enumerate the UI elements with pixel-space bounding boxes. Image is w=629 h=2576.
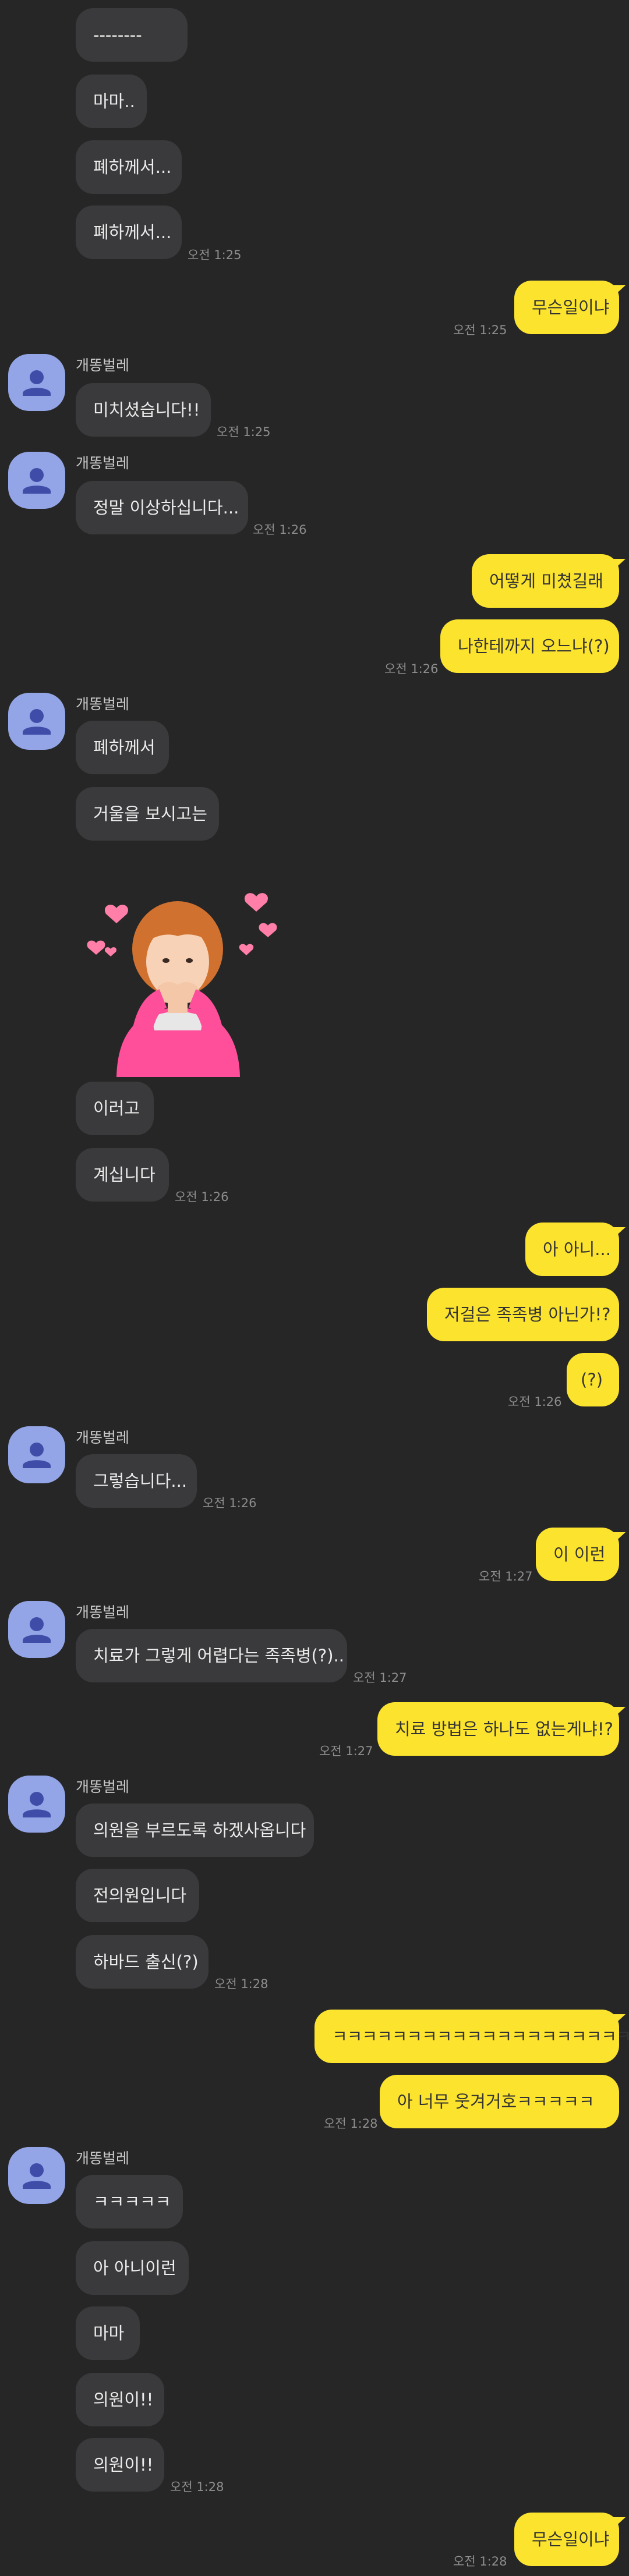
timestamp: 오전 1:26 xyxy=(175,1190,229,1204)
person-silhouette-icon xyxy=(23,2163,51,2189)
sender-name: 개똥벌레 xyxy=(76,1778,130,1795)
avatar[interactable] xyxy=(8,1426,65,1483)
person-silhouette-icon xyxy=(23,1443,51,1468)
person-silhouette-icon xyxy=(23,1792,51,1817)
timestamp: 오전 1:27 xyxy=(479,1569,533,1583)
timestamp: 오전 1:25 xyxy=(217,425,271,439)
message-bubble[interactable]: 거울을 보시고는 xyxy=(76,787,219,841)
message-bubble-sent[interactable]: 이 이런 xyxy=(536,1528,626,1581)
message-bubble-sent[interactable]: 어떻게 미쳤길래 xyxy=(472,554,626,608)
message-bubble-sent[interactable]: 치료 방법은 하나도 없는게냐!? xyxy=(377,1702,626,1756)
avatar[interactable] xyxy=(8,452,65,509)
message-bubble[interactable]: 계십니다 xyxy=(76,1148,169,1202)
sticker-image[interactable] xyxy=(76,885,280,1077)
sender-name: 개똥벌레 xyxy=(76,1604,130,1621)
timestamp: 오전 1:28 xyxy=(170,2480,224,2494)
timestamp: 오전 1:26 xyxy=(384,662,439,676)
avatar[interactable] xyxy=(8,693,65,750)
chat-screen: { "colors": { "background": "#262626", "… xyxy=(0,0,629,2576)
message-bubble-sent[interactable]: ㅋㅋㅋㅋㅋㅋㅋㅋㅋㅋㅋㅋㅋㅋㅋㅋㅋㅋㅋㅋ xyxy=(314,2010,629,2063)
timestamp: 오전 1:28 xyxy=(214,1977,268,1991)
message-bubble[interactable]: 전의원입니다 xyxy=(76,1869,199,1922)
message-bubble[interactable]: ㅋㅋㅋㅋㅋ xyxy=(76,2175,183,2228)
avatar[interactable] xyxy=(8,1776,65,1833)
timestamp: 오전 1:26 xyxy=(253,523,307,537)
person-silhouette-icon xyxy=(23,709,51,735)
message-bubble-sent[interactable]: 아 아니... xyxy=(525,1223,626,1276)
timestamp: 오전 1:25 xyxy=(188,248,242,262)
message-bubble[interactable]: 의원을 부르도록 하겠사옵니다 xyxy=(76,1803,314,1857)
timestamp: 오전 1:25 xyxy=(453,323,507,337)
message-bubble[interactable]: 하바드 출신(?) xyxy=(76,1935,209,1989)
timestamp: 오전 1:27 xyxy=(353,1671,407,1685)
timestamp: 오전 1:27 xyxy=(319,1744,373,1758)
message-bubble[interactable]: 아 아니이런 xyxy=(76,2241,189,2295)
message-bubble[interactable]: 그렇습니다... xyxy=(76,1454,197,1508)
person-silhouette-icon xyxy=(23,1617,51,1643)
message-bubble[interactable]: 의원이!! xyxy=(76,2373,164,2426)
message-bubble[interactable]: 폐하께서... xyxy=(76,140,182,194)
avatar[interactable] xyxy=(8,354,65,411)
message-bubble-sent[interactable]: 무슨일이냐 xyxy=(514,281,626,334)
message-bubble[interactable]: 치료가 그렇게 어렵다는 족족병(?).. xyxy=(76,1629,347,1682)
message-bubble[interactable]: 정말 이상하십니다... xyxy=(76,481,248,534)
message-bubble-sent[interactable]: 아 너무 웃겨거호ㅋㅋㅋㅋㅋ xyxy=(380,2075,619,2128)
message-bubble[interactable]: 마마.. xyxy=(76,75,147,128)
timestamp: 오전 1:26 xyxy=(203,1496,257,1510)
timestamp: 오전 1:26 xyxy=(508,1395,562,1409)
person-silhouette-icon xyxy=(23,370,51,396)
message-bubble[interactable]: 폐하께서... xyxy=(76,205,182,259)
message-bubble[interactable]: 폐하께서 xyxy=(76,721,169,774)
boy-blowing-kiss-sticker xyxy=(87,893,277,1077)
sender-name: 개똥벌레 xyxy=(76,696,130,713)
message-bubble[interactable]: 이러고 xyxy=(76,1082,154,1135)
sender-name: 개똥벌레 xyxy=(76,2150,130,2167)
message-bubble[interactable]: 마마 xyxy=(76,2306,140,2360)
timestamp: 오전 1:28 xyxy=(324,2117,378,2131)
message-bubble[interactable]: -------- xyxy=(76,8,188,62)
sender-name: 개똥벌레 xyxy=(76,455,130,472)
sender-name: 개똥벌레 xyxy=(76,357,130,374)
sender-name: 개똥벌레 xyxy=(76,1429,130,1446)
timestamp: 오전 1:28 xyxy=(453,2554,507,2568)
message-bubble-sent[interactable]: 저걸은 족족병 아닌가!? xyxy=(427,1288,619,1341)
person-silhouette-icon xyxy=(23,468,51,494)
avatar[interactable] xyxy=(8,2147,65,2204)
message-bubble[interactable]: 의원이!! xyxy=(76,2438,164,2492)
message-bubble[interactable]: 미치셨습니다!! xyxy=(76,383,211,437)
avatar[interactable] xyxy=(8,1601,65,1658)
message-bubble-sent[interactable]: 무슨일이냐 xyxy=(514,2513,626,2566)
message-bubble-sent[interactable]: (?) xyxy=(567,1353,619,1406)
message-bubble-sent[interactable]: 나한테까지 오느냐(?) xyxy=(440,619,619,673)
